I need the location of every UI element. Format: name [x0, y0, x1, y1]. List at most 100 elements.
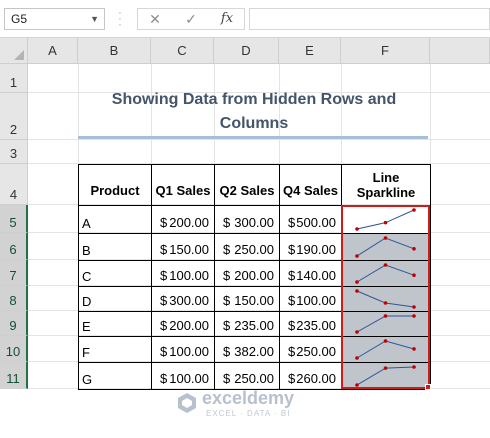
row-header-6[interactable]: 6	[0, 233, 28, 260]
sales-cell-q4[interactable]: $100.00	[279, 286, 342, 312]
product-cell[interactable]: D	[78, 286, 152, 312]
sales-cell-q1[interactable]: $200.00	[151, 205, 215, 234]
sales-value: 250.00	[296, 344, 336, 359]
product-label: A	[82, 216, 91, 231]
row-header-2[interactable]: 2	[0, 93, 28, 140]
sales-cell-q2[interactable]: $200.00	[214, 260, 280, 287]
currency-symbol: $	[288, 318, 296, 333]
sales-value: 250.00	[234, 242, 274, 257]
currency-symbol: $	[288, 344, 296, 359]
name-box[interactable]: G5 ▼	[4, 8, 105, 30]
sales-value: 260.00	[296, 371, 336, 386]
sales-cell-q1[interactable]: $100.00	[151, 362, 215, 390]
row-header-10[interactable]: 10	[0, 336, 28, 362]
row-header-9[interactable]: 9	[0, 311, 28, 336]
product-cell[interactable]: E	[78, 311, 152, 337]
currency-symbol: $	[223, 215, 231, 230]
sales-cell-q2[interactable]: $150.00	[214, 286, 280, 312]
sales-cell-q4[interactable]: $500.00	[279, 205, 342, 234]
currency-symbol: $	[288, 242, 296, 257]
sales-value: 200.00	[234, 268, 274, 283]
currency-symbol: $	[288, 268, 296, 283]
sales-cell-q4[interactable]: $190.00	[279, 233, 342, 261]
row-header-5[interactable]: 5	[0, 205, 28, 233]
sales-cell-q4[interactable]: $140.00	[279, 260, 342, 287]
column-header-f[interactable]: F	[341, 38, 430, 64]
sales-value: 300.00	[234, 215, 274, 230]
sales-value: 100.00	[169, 344, 209, 359]
cancel-icon[interactable]: ✕	[142, 10, 168, 28]
sales-value: 382.00	[234, 344, 274, 359]
row-header-4[interactable]: 4	[0, 164, 28, 205]
title-line-2: Columns	[219, 115, 289, 132]
exceldemy-logo-icon	[178, 393, 196, 413]
sales-cell-q4[interactable]: $235.00	[279, 311, 342, 337]
product-label: G	[82, 372, 93, 387]
title-line-1: Showing Data from Hidden Rows and	[111, 91, 397, 108]
fill-handle[interactable]	[425, 384, 431, 390]
product-label: F	[82, 345, 90, 360]
currency-symbol: $	[288, 215, 296, 230]
row-header-8[interactable]: 8	[0, 286, 28, 311]
product-cell[interactable]: A	[78, 205, 152, 234]
column-header-c[interactable]: C	[151, 38, 214, 64]
chevron-down-icon[interactable]: ▼	[90, 9, 99, 29]
product-label: C	[82, 269, 92, 284]
selection-outline	[341, 205, 430, 389]
sales-value: 140.00	[296, 268, 336, 283]
sheet-title[interactable]: Showing Data from Hidden Rows and Column…	[80, 88, 428, 138]
column-header-e[interactable]: E	[279, 38, 341, 64]
sales-cell-q4[interactable]: $250.00	[279, 336, 342, 363]
select-all-button[interactable]	[0, 38, 28, 64]
column-header-b[interactable]: B	[78, 38, 151, 64]
sales-cell-q1[interactable]: $100.00	[151, 336, 215, 363]
header-label: Q4 Sales	[283, 182, 338, 198]
sales-cell-q1[interactable]: $300.00	[151, 286, 215, 312]
drag-handle-icon[interactable]: · · ·	[118, 8, 122, 31]
sales-value: 235.00	[296, 318, 336, 333]
sales-cell-q1[interactable]: $100.00	[151, 260, 215, 287]
sales-value: 500.00	[296, 215, 336, 230]
currency-symbol: $	[160, 215, 168, 230]
insert-function-icon[interactable]: fx	[214, 10, 240, 28]
table-header-cell[interactable]: Line Sparkline	[341, 164, 431, 206]
sales-value: 150.00	[234, 293, 274, 308]
product-cell[interactable]: B	[78, 233, 152, 261]
table-header-cell[interactable]: Product	[78, 164, 152, 206]
sales-value: 200.00	[169, 318, 209, 333]
currency-symbol: $	[160, 318, 168, 333]
sales-value: 150.00	[169, 242, 209, 257]
sales-cell-q2[interactable]: $250.00	[214, 233, 280, 261]
header-label: Product	[90, 182, 140, 198]
column-header-d[interactable]: D	[214, 38, 279, 64]
enter-icon[interactable]: ✓	[178, 10, 204, 28]
sales-cell-q2[interactable]: $235.00	[214, 311, 280, 337]
currency-symbol: $	[223, 344, 231, 359]
header-spark-line2: Sparkline	[356, 185, 416, 200]
row-header-3[interactable]: 3	[0, 140, 28, 164]
column-header-a[interactable]: A	[28, 38, 78, 64]
product-cell[interactable]: G	[78, 362, 152, 390]
currency-symbol: $	[223, 268, 231, 283]
watermark-tagline: EXCEL · DATA · BI	[206, 409, 291, 418]
sales-cell-q4[interactable]: $260.00	[279, 362, 342, 390]
sales-value: 200.00	[169, 215, 209, 230]
sales-cell-q2[interactable]: $300.00	[214, 205, 280, 234]
sales-cell-q1[interactable]: $200.00	[151, 311, 215, 337]
header-label: Q2 Sales	[219, 182, 275, 198]
product-cell[interactable]: C	[78, 260, 152, 287]
row-header-11[interactable]: 11	[0, 362, 28, 389]
sales-value: 300.00	[169, 293, 209, 308]
formula-input[interactable]	[249, 8, 490, 30]
table-header-cell[interactable]: Q1 Sales	[151, 164, 215, 206]
row-header-7[interactable]: 7	[0, 260, 28, 286]
sales-cell-q2[interactable]: $250.00	[214, 362, 280, 390]
sales-cell-q1[interactable]: $150.00	[151, 233, 215, 261]
product-cell[interactable]: F	[78, 336, 152, 363]
sales-cell-q2[interactable]: $382.00	[214, 336, 280, 363]
currency-symbol: $	[288, 293, 296, 308]
formula-buttons: ✕ ✓ fx	[137, 8, 245, 30]
row-header-1[interactable]: 1	[0, 64, 28, 93]
table-header-cell[interactable]: Q2 Sales	[214, 164, 280, 206]
table-header-cell[interactable]: Q4 Sales	[279, 164, 342, 206]
